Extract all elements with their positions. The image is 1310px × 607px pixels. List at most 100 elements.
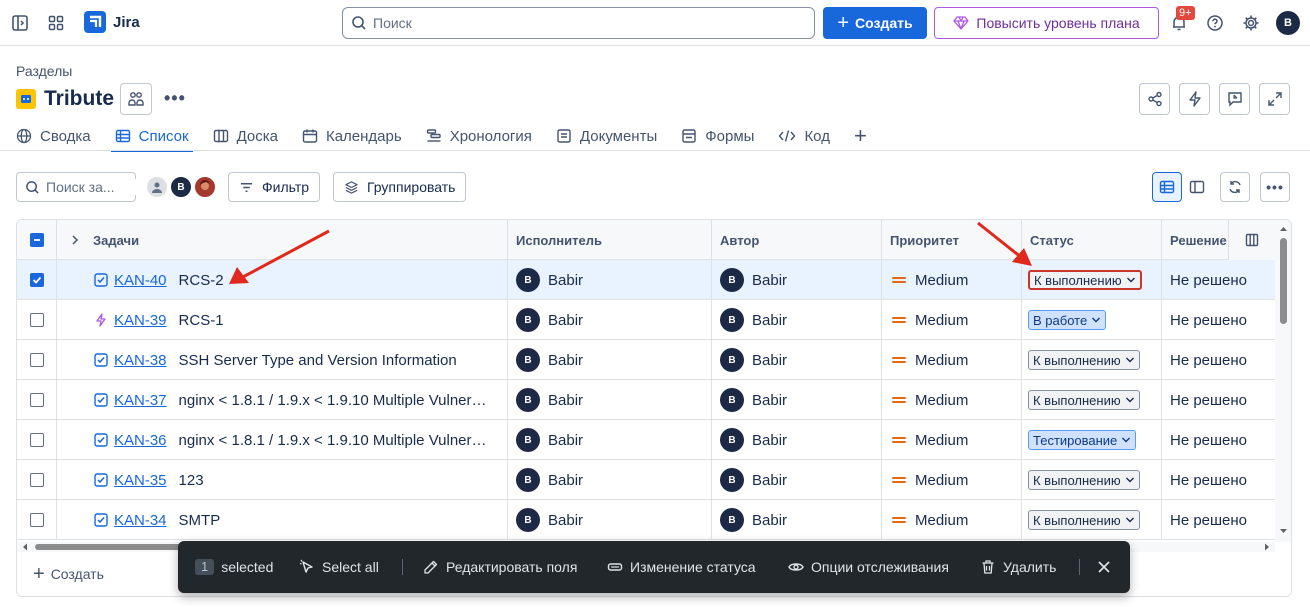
app-switcher-icon[interactable]	[44, 11, 68, 35]
feedback-icon[interactable]	[1219, 83, 1250, 115]
row-checkbox[interactable]	[29, 393, 44, 407]
column-settings-icon[interactable]	[1228, 220, 1275, 260]
table-row[interactable]: KAN-40 RCS-2 B Babir B Babir Medium К вы…	[17, 260, 1275, 300]
table-row[interactable]: KAN-38 SSH Server Type and Version Infor…	[17, 340, 1275, 380]
assignee-cell[interactable]: B Babir	[508, 460, 712, 500]
refresh-icon[interactable]	[1220, 172, 1250, 202]
assignee-cell[interactable]: B Babir	[508, 420, 712, 460]
issue-summary[interactable]: RCS-2	[179, 272, 224, 289]
tab-code[interactable]: Код	[778, 122, 830, 150]
tab-board[interactable]: Доска	[213, 122, 278, 150]
chevron-right-icon[interactable]	[71, 235, 79, 245]
issue-key-link[interactable]: KAN-40	[114, 272, 167, 289]
issue-key-link[interactable]: KAN-35	[114, 472, 167, 489]
fullscreen-icon[interactable]	[1259, 83, 1290, 115]
watch-options-button[interactable]: Опции отслеживания	[788, 541, 949, 593]
status-dropdown[interactable]: Тестирование	[1028, 430, 1137, 450]
priority-cell[interactable]: Medium	[882, 340, 1022, 380]
tab-summary[interactable]: Сводка	[16, 122, 91, 150]
status-dropdown[interactable]: К выполнению	[1028, 510, 1140, 530]
row-checkbox[interactable]	[29, 473, 44, 487]
create-button[interactable]: + Создать	[823, 7, 927, 39]
assignee-cell[interactable]: B Babir	[508, 380, 712, 420]
resolution-cell[interactable]: Не решено	[1162, 460, 1275, 500]
status-dropdown[interactable]: В работе	[1028, 310, 1107, 330]
priority-cell[interactable]: Medium	[882, 380, 1022, 420]
search-input[interactable]	[373, 15, 793, 31]
detail-view-icon[interactable]	[1182, 172, 1212, 202]
jira-logo-icon[interactable]	[84, 11, 106, 33]
status-dropdown[interactable]: К выполнению	[1028, 390, 1140, 410]
issue-summary[interactable]: RCS-1	[179, 312, 224, 329]
issue-key-link[interactable]: KAN-37	[114, 392, 167, 409]
tab-forms[interactable]: Формы	[681, 122, 754, 150]
upgrade-plan-button[interactable]: Повысить уровень плана	[934, 7, 1159, 39]
issue-summary[interactable]: nginx < 1.8.1 / 1.9.x < 1.9.10 Multiple …	[179, 432, 494, 449]
close-icon[interactable]	[1096, 541, 1112, 593]
group-button[interactable]: Группировать	[333, 172, 467, 202]
change-status-button[interactable]: Изменение статуса	[607, 541, 756, 593]
sidebar-toggle-icon[interactable]	[8, 11, 32, 35]
issue-key-link[interactable]: KAN-38	[114, 352, 167, 369]
status-dropdown[interactable]: К выполнению	[1028, 350, 1140, 370]
resolution-cell[interactable]: Не решено	[1162, 260, 1275, 300]
vertical-scroll-thumb[interactable]	[1280, 238, 1287, 324]
assignee-cell[interactable]: B Babir	[508, 340, 712, 380]
assignee-cell[interactable]: B Babir	[508, 300, 712, 340]
reporter-cell[interactable]: B Babir	[712, 460, 882, 500]
issue-key-link[interactable]: KAN-36	[114, 432, 167, 449]
reporter-cell[interactable]: B Babir	[712, 340, 882, 380]
reporter-cell[interactable]: B Babir	[712, 500, 882, 540]
list-search-input[interactable]	[46, 179, 136, 195]
table-row[interactable]: KAN-36 nginx < 1.8.1 / 1.9.x < 1.9.10 Mu…	[17, 420, 1275, 460]
assignee-cell[interactable]: B Babir	[508, 500, 712, 540]
more-icon[interactable]: •••	[164, 88, 186, 109]
resolution-cell[interactable]: Не решено	[1162, 420, 1275, 460]
reporter-cell[interactable]: B Babir	[712, 420, 882, 460]
issue-summary[interactable]: SMTP	[179, 512, 221, 529]
unassigned-avatar[interactable]	[145, 175, 169, 199]
column-header-status[interactable]: Статус	[1022, 220, 1162, 260]
row-checkbox[interactable]	[29, 273, 44, 287]
priority-cell[interactable]: Medium	[882, 420, 1022, 460]
table-row[interactable]: KAN-39 RCS-1 B Babir B Babir Medium В ра…	[17, 300, 1275, 340]
status-dropdown[interactable]: К выполнению	[1028, 470, 1140, 490]
reporter-cell[interactable]: B Babir	[712, 260, 882, 300]
tab-calendar[interactable]: Календарь	[302, 122, 402, 150]
automation-icon[interactable]	[1179, 83, 1210, 115]
resolution-cell[interactable]: Не решено	[1162, 340, 1275, 380]
global-search[interactable]	[342, 7, 815, 39]
tab-documents[interactable]: Документы	[556, 122, 657, 150]
issue-key-link[interactable]: KAN-39	[114, 312, 167, 329]
team-icon[interactable]	[120, 83, 152, 115]
help-icon[interactable]	[1203, 11, 1227, 35]
tab-timeline[interactable]: Хронология	[426, 122, 532, 150]
issue-summary[interactable]: 123	[179, 472, 204, 489]
edit-fields-button[interactable]: Редактировать поля	[423, 541, 577, 593]
reporter-cell[interactable]: B Babir	[712, 300, 882, 340]
row-checkbox[interactable]	[29, 513, 44, 527]
user-filter-avatar[interactable]: B	[169, 175, 193, 199]
select-all-button[interactable]: Select all	[299, 541, 379, 593]
gear-icon[interactable]	[1239, 11, 1263, 35]
more-options-icon[interactable]: •••	[1260, 172, 1290, 202]
issue-summary[interactable]: SSH Server Type and Version Information	[179, 352, 457, 369]
select-all-checkbox[interactable]	[29, 233, 44, 247]
issue-key-link[interactable]: KAN-34	[114, 512, 167, 529]
assignee-cell[interactable]: B Babir	[508, 260, 712, 300]
vertical-scrollbar[interactable]	[1275, 220, 1291, 542]
create-issue-button[interactable]: + Создать	[33, 564, 104, 584]
row-checkbox[interactable]	[29, 433, 44, 447]
priority-cell[interactable]: Medium	[882, 460, 1022, 500]
resolution-cell[interactable]: Не решено	[1162, 380, 1275, 420]
add-tab-button[interactable]: +	[854, 122, 867, 150]
resolution-cell[interactable]: Не решено	[1162, 300, 1275, 340]
table-row[interactable]: KAN-35 123 B Babir B Babir Medium К выпо…	[17, 460, 1275, 500]
column-header-assignee[interactable]: Исполнитель	[508, 220, 712, 260]
column-header-resolution[interactable]: Решение	[1162, 220, 1228, 260]
delete-button[interactable]: Удалить	[980, 541, 1056, 593]
share-icon[interactable]	[1139, 83, 1170, 115]
app-name[interactable]: Jira	[113, 14, 140, 31]
reporter-cell[interactable]: B Babir	[712, 380, 882, 420]
table-row[interactable]: KAN-37 nginx < 1.8.1 / 1.9.x < 1.9.10 Mu…	[17, 380, 1275, 420]
